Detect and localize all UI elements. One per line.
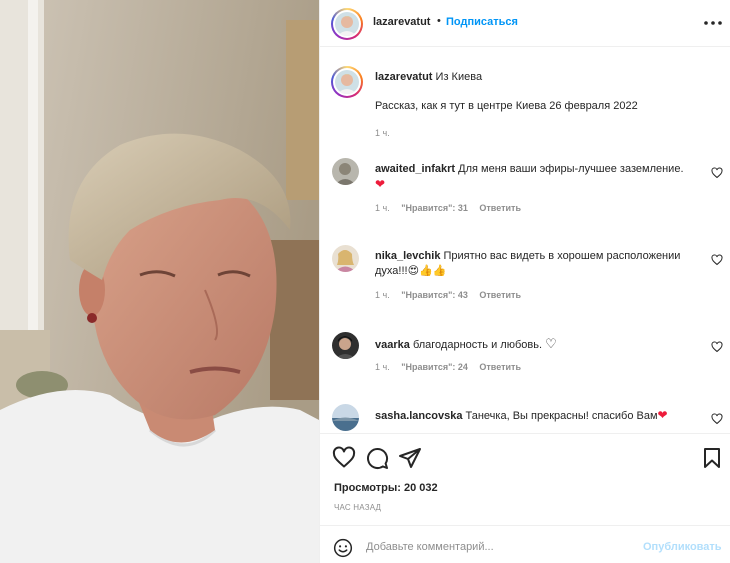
comment-time[interactable]: 1 ч.: [375, 290, 390, 300]
comments-list[interactable]: lazarevatut Из Киева Рассказ, как я тут …: [320, 48, 730, 432]
caption-avatar-image: [335, 70, 359, 94]
comment-item: sasha.lancovska Танечка, Вы прекрасны! с…: [320, 404, 730, 432]
comment-item: nika_levchik Приятно вас видеть в хороше…: [320, 245, 730, 331]
comment-body: nika_levchik Приятно вас видеть в хороше…: [375, 249, 697, 279]
caption-line: lazarevatut Из Киева: [375, 71, 482, 83]
bookmark-icon[interactable]: [700, 446, 724, 470]
comment-meta: 1 ч. "Нравится": 24 Ответить: [375, 362, 530, 372]
comment-like-icon[interactable]: [711, 413, 723, 425]
comment-avatar[interactable]: [332, 158, 359, 185]
comment-avatar[interactable]: [332, 332, 359, 359]
post-video[interactable]: [0, 0, 319, 563]
follow-button[interactable]: Подписаться: [446, 16, 518, 28]
views-count[interactable]: Просмотры: 20 032: [334, 482, 438, 494]
comment-body: sasha.lancovska Танечка, Вы прекрасны! с…: [375, 408, 697, 424]
comment-text: благодарность и любовь.: [412, 339, 543, 351]
post-side-panel: lazarevatut • Подписаться lazarevatut Из…: [319, 0, 730, 563]
comment-item: awaited_infakrt Для меня ваши эфиры-лучш…: [320, 158, 730, 244]
reply-button[interactable]: Ответить: [479, 362, 521, 372]
comment-like-icon[interactable]: [711, 167, 723, 179]
video-frame-illustration: [0, 0, 319, 563]
caption-time[interactable]: 1 ч.: [375, 128, 390, 138]
comment-likes[interactable]: "Нравится": 31: [401, 203, 468, 213]
comment-like-icon[interactable]: [711, 341, 723, 353]
comment-emoji: ❤: [375, 177, 386, 191]
comment-body: awaited_infakrt Для меня ваши эфиры-лучш…: [375, 162, 697, 193]
post-header: lazarevatut • Подписаться: [320, 0, 730, 47]
reply-button[interactable]: Ответить: [479, 203, 521, 213]
comment-username[interactable]: awaited_infakrt: [375, 163, 455, 175]
comment-likes[interactable]: "Нравится": 43: [401, 290, 468, 300]
comment-time[interactable]: 1 ч.: [375, 362, 390, 372]
comment-body: vaarka благодарность и любовь. ♡: [375, 336, 697, 353]
comment-meta: 1 ч. "Нравится": 43 Ответить: [375, 290, 530, 300]
more-horizontal-icon[interactable]: [702, 13, 724, 33]
comment-composer: Опубликовать: [320, 525, 730, 563]
comment-text: Танечка, Вы прекрасны! спасибо Вам: [465, 410, 658, 422]
comment-emoji: 😍👍👍: [407, 265, 447, 277]
comment-meta: 1 ч. "Нравится": 31 Ответить: [375, 203, 530, 213]
comment-time[interactable]: 1 ч.: [375, 203, 390, 213]
heart-icon[interactable]: [332, 446, 356, 470]
comment-emoji: ♡: [545, 336, 557, 351]
post-actions: Просмотры: 20 032 ЧАС НАЗАД: [320, 433, 730, 525]
comment-username[interactable]: sasha.lancovska: [375, 410, 462, 422]
author-avatar[interactable]: [331, 8, 363, 40]
header-separator: •: [437, 15, 441, 27]
send-icon[interactable]: [398, 446, 422, 470]
comment-text: Для меня ваши эфиры-лучшее заземление.: [458, 163, 684, 175]
reply-button[interactable]: Ответить: [479, 290, 521, 300]
post-timestamp[interactable]: ЧАС НАЗАД: [334, 503, 381, 512]
caption-avatar[interactable]: [331, 66, 363, 98]
publish-button[interactable]: Опубликовать: [643, 541, 722, 553]
comment-like-icon[interactable]: [711, 254, 723, 266]
caption-story: Рассказ, как я тут в центре Киева 26 фев…: [375, 100, 638, 112]
instagram-post-modal: lazarevatut • Подписаться lazarevatut Из…: [0, 0, 730, 563]
author-avatar-image: [335, 12, 359, 36]
comment-avatar[interactable]: [332, 404, 359, 431]
comment-username[interactable]: nika_levchik: [375, 250, 440, 262]
comment-likes[interactable]: "Нравится": 24: [401, 362, 468, 372]
caption-username[interactable]: lazarevatut: [375, 71, 432, 83]
comment-username[interactable]: vaarka: [375, 339, 410, 351]
comment-avatar[interactable]: [332, 245, 359, 272]
author-username[interactable]: lazarevatut: [373, 16, 430, 28]
comment-icon[interactable]: [365, 446, 389, 470]
caption-location: Из Киева: [435, 71, 483, 83]
comment-emoji: ❤: [657, 408, 668, 422]
smiley-icon[interactable]: [333, 538, 353, 558]
comment-input[interactable]: [366, 535, 636, 559]
